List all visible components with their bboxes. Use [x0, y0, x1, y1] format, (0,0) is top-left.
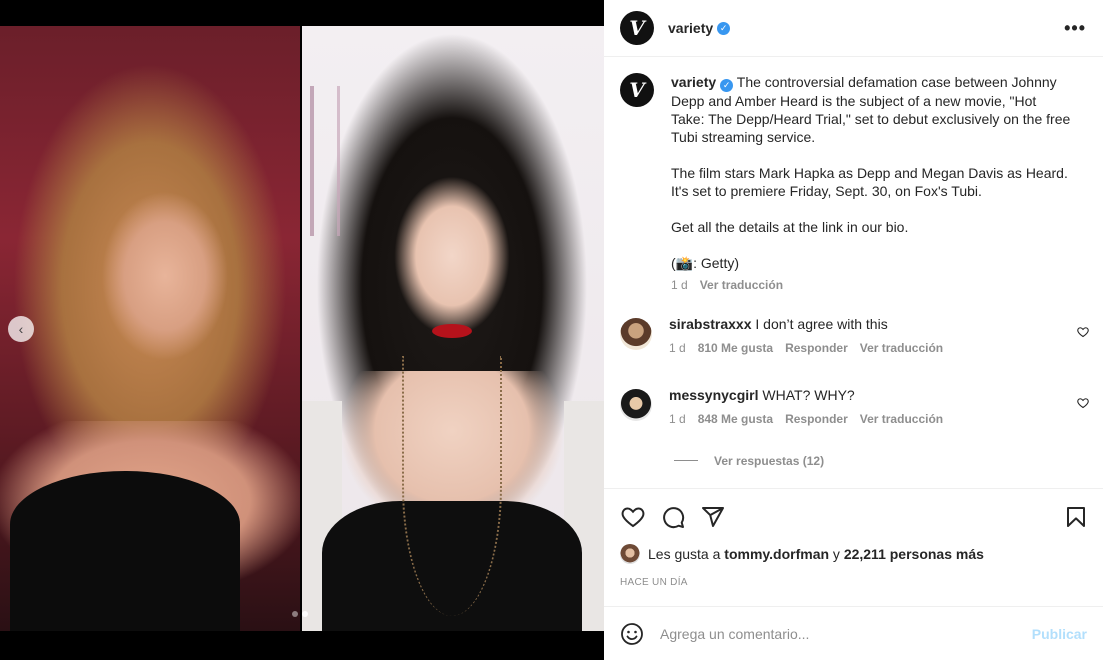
comment-reply-button[interactable]: Responder	[785, 339, 848, 357]
photo-lips	[432, 324, 472, 338]
share-button[interactable]	[700, 504, 726, 530]
comments-section[interactable]: V variety ✓ The controversial defamation …	[604, 57, 1103, 489]
caption-username[interactable]: variety	[671, 74, 716, 90]
comment-likes-link[interactable]: 810 Me gusta	[698, 339, 773, 357]
caption-avatar[interactable]: V	[620, 73, 654, 107]
comment-line: messynycgirl WHAT? WHY?	[669, 386, 943, 404]
chevron-left-icon: ‹	[18, 321, 24, 337]
caption-age: 1 d	[671, 277, 688, 292]
carousel-dot	[292, 611, 298, 617]
comment-line: sirabstraxxx I don’t agree with this	[669, 315, 943, 333]
likes-others-link[interactable]: 22,211 personas más	[844, 546, 984, 562]
comment-age: 1 d	[669, 340, 686, 355]
carousel-dot-active	[302, 611, 308, 617]
comment-username[interactable]: messynycgirl	[669, 387, 759, 403]
carousel-prev-button[interactable]: ‹	[8, 316, 34, 342]
post-header: V variety ✓ •••	[604, 0, 1103, 57]
comment-button[interactable]	[660, 504, 686, 530]
save-button[interactable]	[1063, 504, 1089, 530]
verified-badge-icon: ✓	[717, 21, 731, 35]
photo-backdrop	[310, 86, 340, 236]
caption-translate-link[interactable]: Ver traducción	[700, 276, 783, 294]
post-panel: V variety ✓ ••• V variety ✓ The controver…	[604, 0, 1103, 660]
photo-amber-heard	[0, 26, 300, 631]
publish-button[interactable]: Publicar	[1032, 626, 1087, 642]
likes-connector: y	[832, 546, 840, 562]
comment-text: I don’t agree with this	[755, 315, 888, 332]
add-comment-bar: Publicar	[604, 606, 1103, 660]
post-timestamp[interactable]: Hace un día	[620, 577, 688, 588]
caption-paragraph-1: variety ✓ The controversial defamation ca…	[671, 73, 1071, 146]
heart-icon	[621, 507, 645, 528]
comment: messynycgirl WHAT? WHY? 1 d 848 Me gusta…	[604, 386, 1103, 428]
caption-meta: 1 d Ver traducción	[671, 276, 1071, 294]
avatar[interactable]	[620, 317, 652, 350]
caption-body: variety ✓ The controversial defamation ca…	[671, 73, 1071, 294]
comment-bubble-icon	[663, 507, 685, 529]
comment-meta: 1 d 810 Me gusta Responder Ver traducció…	[669, 339, 943, 357]
comment-username[interactable]: sirabstraxxx	[669, 316, 752, 332]
verified-badge-icon: ✓	[720, 78, 734, 92]
account-avatar[interactable]: V	[620, 11, 654, 45]
comment-age: 1 d	[669, 411, 686, 426]
comment-likes-link[interactable]: 848 Me gusta	[698, 410, 773, 428]
replies-divider	[674, 460, 698, 461]
emoji-icon[interactable]	[620, 622, 644, 646]
likes-user-link[interactable]: tommy.dorfman	[724, 546, 829, 562]
photo-necklace	[402, 356, 502, 616]
comment-like-heart-icon[interactable]	[1077, 326, 1089, 341]
likes-summary: Les gusta a tommy.dorfman y 22,211 perso…	[620, 544, 984, 564]
caption-paragraph-4: (📸: Getty)	[671, 254, 739, 271]
comment-input[interactable]	[660, 625, 1022, 642]
comment-meta: 1 d 848 Me gusta Responder Ver traducció…	[669, 410, 943, 428]
like-button[interactable]	[620, 504, 646, 530]
photo-black-top	[10, 471, 240, 631]
carousel-dots	[292, 611, 308, 617]
photo-megan-davis	[302, 26, 604, 631]
post-media[interactable]: ‹	[0, 0, 604, 660]
comment: sirabstraxxx I don’t agree with this 1 d…	[604, 315, 1103, 357]
comment-translate-link[interactable]: Ver traducción	[860, 410, 943, 428]
likes-prefix: Les gusta a	[648, 546, 721, 562]
comment-body: messynycgirl WHAT? WHY? 1 d 848 Me gusta…	[669, 386, 943, 428]
comment-reply-button[interactable]: Responder	[785, 410, 848, 428]
caption-paragraph-2: The film stars Mark Hapka as Depp and Me…	[671, 164, 1068, 199]
comment-like-heart-icon[interactable]	[1077, 397, 1089, 412]
caption: V variety ✓ The controversial defamation …	[604, 57, 1103, 294]
bookmark-icon	[1067, 507, 1085, 527]
account-username[interactable]: variety	[668, 20, 713, 36]
comment-text: WHAT? WHY?	[762, 386, 855, 403]
more-options-icon[interactable]: •••	[1064, 18, 1086, 39]
view-replies-button[interactable]: Ver respuestas (12)	[674, 454, 1103, 468]
paper-plane-icon	[702, 507, 724, 527]
liker-avatar[interactable]	[620, 544, 640, 564]
action-bar	[604, 497, 1103, 537]
variety-logo-icon: V	[629, 78, 645, 102]
comment-body: sirabstraxxx I don’t agree with this 1 d…	[669, 315, 943, 357]
avatar[interactable]	[620, 388, 652, 421]
variety-logo-icon: V	[629, 16, 645, 40]
caption-paragraph-3: Get all the details at the link in our b…	[671, 218, 909, 235]
comment-translate-link[interactable]: Ver traducción	[860, 339, 943, 357]
view-replies-label: Ver respuestas (12)	[714, 453, 825, 468]
